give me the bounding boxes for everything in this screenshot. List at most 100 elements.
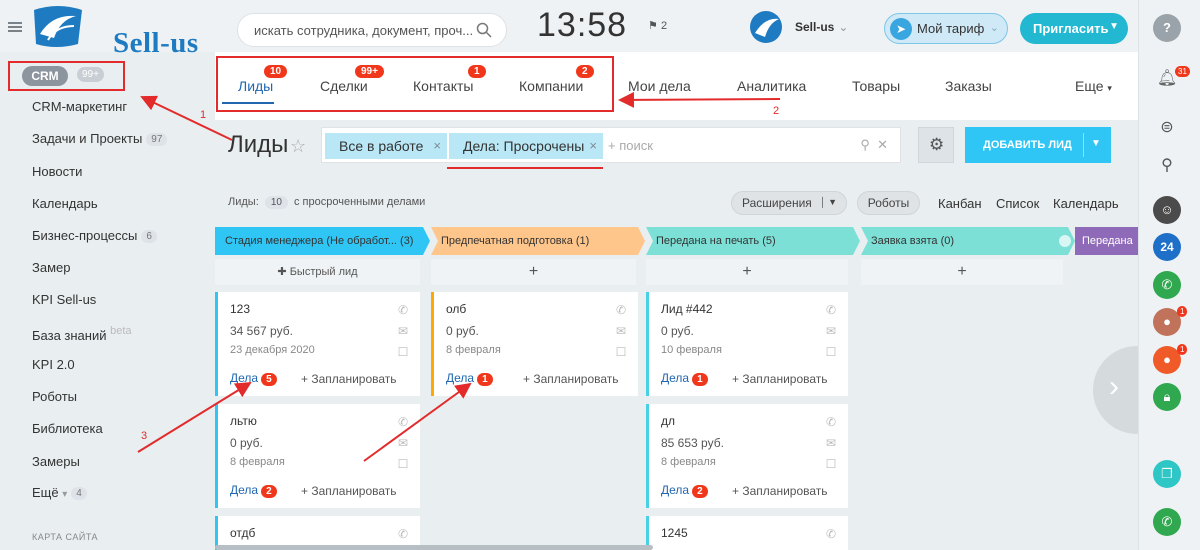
horizontal-scrollbar[interactable] <box>215 545 653 550</box>
stage-prepress[interactable]: Предпечатная подготовка (1) <box>431 227 646 255</box>
activities-link[interactable]: Дела 2 <box>661 483 708 498</box>
activities-link[interactable]: Дела 1 <box>661 371 708 386</box>
sidebar-item-zamer[interactable]: Замер <box>32 260 70 275</box>
flag-counter[interactable]: ⚑ 2 <box>648 19 667 32</box>
robots-button[interactable]: Роботы <box>857 191 920 215</box>
caret-down-icon[interactable]: ▼ <box>1091 138 1101 149</box>
card-title[interactable]: олб <box>446 302 466 316</box>
card-actions[interactable]: ✆ ✉ ☐ <box>396 412 410 475</box>
card-actions[interactable]: ✆ ✉ ☐ <box>396 300 410 363</box>
chat-icon[interactable]: ⊜ <box>1153 114 1181 142</box>
sidebar-item-label: Замеры <box>32 454 80 469</box>
activities-link[interactable]: Дела 2 <box>230 483 277 498</box>
lead-card[interactable]: дл 85 653 руб. 8 февраля Дела 2 + Заплани… <box>646 404 848 508</box>
sidebar-item-more[interactable]: Ещё ▾ 4 <box>32 485 87 500</box>
stage-transferred[interactable]: Передана <box>1075 227 1138 255</box>
activities-link[interactable]: Дела 1 <box>446 371 493 386</box>
close-icon[interactable]: × <box>433 138 441 153</box>
filter-placeholder: + поиск <box>608 138 653 153</box>
sidebar-item-calendar[interactable]: Календарь <box>32 196 98 211</box>
invite-button[interactable]: Пригласить ▼ <box>1020 13 1128 44</box>
card-title[interactable]: льтю <box>230 414 257 428</box>
view-list[interactable]: Список <box>996 196 1039 211</box>
schedule-link[interactable]: + Запланировать <box>732 372 828 386</box>
caret-down-icon: ▼ <box>1109 21 1119 32</box>
star-icon[interactable]: ☆ <box>290 136 306 157</box>
sidebar-item-business-processes[interactable]: Бизнес-процессы 6 <box>32 228 157 243</box>
copy-icon[interactable]: ❐ <box>1153 460 1181 488</box>
stage-label: Стадия менеджера (Не обработ... (3) <box>225 235 414 247</box>
filter-search[interactable]: Все в работе × Дела: Просрочены × + поис… <box>321 127 901 163</box>
card-actions[interactable]: ✆ ✉ ☐ <box>824 412 838 475</box>
sidebar-item-kpi-2[interactable]: KPI 2.0 <box>32 357 75 372</box>
lead-card[interactable]: Лид #442 0 руб. 10 февраля Дела 1 + Запла… <box>646 292 848 396</box>
lead-card[interactable]: олб 0 руб. 8 февраля Дела 1 + Запланирова… <box>431 292 638 396</box>
sidebar-item-zamery[interactable]: Замеры <box>32 454 80 469</box>
sitemap-link[interactable]: КАРТА САЙТА <box>32 532 98 542</box>
add-card-button[interactable]: + <box>431 259 636 285</box>
annotation-2: 2 <box>773 105 780 117</box>
card-actions[interactable]: ✆ ✉ ☐ <box>824 300 838 363</box>
avatar[interactable]: ☺ <box>1153 196 1181 224</box>
sidebar-item-crm-marketing[interactable]: CRM-маркетинг <box>32 99 127 114</box>
card-actions[interactable]: ✆ ✉ ☐ <box>614 300 628 363</box>
card-title[interactable]: 1245 <box>661 526 688 540</box>
card-title[interactable]: Лид #442 <box>661 302 713 316</box>
lead-card[interactable]: льтю 0 руб. 8 февраля Дела 2 + Запланиров… <box>215 404 420 508</box>
card-title[interactable]: 123 <box>230 302 250 316</box>
add-card-button[interactable]: + <box>861 259 1063 285</box>
tab-orders[interactable]: Заказы <box>945 78 992 94</box>
sidebar-item-knowledge-base[interactable]: База знаний beta <box>32 325 132 343</box>
search-icon[interactable]: ⚲ <box>1153 152 1181 180</box>
tab-my-activities[interactable]: Мои дела <box>628 78 691 94</box>
stage-sent-to-print[interactable]: Передана на печать (5) <box>646 227 861 255</box>
sidebar-item-news[interactable]: Новости <box>32 164 82 179</box>
view-calendar[interactable]: Календарь <box>1053 196 1119 211</box>
sidebar-item-robots[interactable]: Роботы <box>32 389 77 404</box>
clock[interactable]: 13:58 <box>537 6 627 45</box>
sidebar-item-library[interactable]: Библиотека <box>32 421 103 436</box>
b24-icon[interactable]: 24 <box>1153 233 1181 261</box>
stage-request-taken[interactable]: Заявка взята (0) <box>861 227 1076 255</box>
scroll-right-button[interactable]: › <box>1093 346 1138 434</box>
card-sum: 0 руб. <box>230 436 263 450</box>
view-kanban[interactable]: Канбан <box>938 196 982 211</box>
settings-button[interactable]: ⚙ <box>918 127 954 163</box>
activities-link[interactable]: Дела 5 <box>230 371 277 386</box>
lead-card[interactable]: 123 34 567 руб. 23 декабря 2020 Дела 5 + … <box>215 292 420 396</box>
sidebar-item-kpi-sellus[interactable]: KPI Sell-us <box>32 292 96 307</box>
extensions-button[interactable]: Расширения │ ▼ <box>731 191 847 215</box>
card-title[interactable]: отдб <box>230 526 255 540</box>
tab-products[interactable]: Товары <box>852 78 900 94</box>
tariff-button[interactable]: ➤ Мой тариф ⌄ <box>884 13 1008 44</box>
search-placeholder: искать сотрудника, документ, проч... <box>254 23 474 38</box>
help-icon[interactable]: ? <box>1153 14 1181 42</box>
user-avatar[interactable] <box>747 9 785 45</box>
search-input[interactable]: искать сотрудника, документ, проч... <box>237 13 507 47</box>
filter-chip-all[interactable]: Все в работе × <box>325 133 447 159</box>
filter-chip-overdue[interactable]: Дела: Просрочены × <box>449 133 603 159</box>
sidebar-item-tasks[interactable]: Задачи и Проекты 97 <box>32 131 168 146</box>
schedule-link[interactable]: + Запланировать <box>732 484 828 498</box>
add-card-button[interactable]: + <box>646 259 848 285</box>
card-title[interactable]: дл <box>661 414 675 428</box>
user-menu[interactable]: Sell-us ⌄ <box>795 20 848 34</box>
add-lead-button[interactable]: ДОБАВИТЬ ЛИД ▼ <box>965 127 1111 163</box>
schedule-link[interactable]: + Запланировать <box>523 372 619 386</box>
quick-lead-button[interactable]: ✚ Быстрый лид <box>215 259 420 285</box>
tab-more[interactable]: Еще ▾ <box>1075 78 1112 94</box>
stage-new[interactable]: Стадия менеджера (Не обработ... (3) <box>215 227 430 255</box>
menu-icon[interactable] <box>8 22 22 32</box>
phone-icon[interactable]: ✆ <box>1153 271 1181 299</box>
logo[interactable]: Sell-us <box>30 4 200 59</box>
close-icon[interactable]: × <box>589 138 597 153</box>
lock-icon[interactable]: 🔒︎ <box>1153 383 1181 411</box>
card-actions[interactable]: ✆ <box>824 524 838 545</box>
lead-card[interactable]: 1245 ✆ <box>646 516 848 550</box>
schedule-link[interactable]: + Запланировать <box>301 484 397 498</box>
tab-analytics[interactable]: Аналитика <box>737 78 806 94</box>
card-actions[interactable]: ✆ <box>396 524 410 545</box>
search-clear-icons[interactable]: ⚲ ✕ <box>860 137 888 153</box>
phone-icon[interactable]: ✆ <box>1153 508 1181 536</box>
schedule-link[interactable]: + Запланировать <box>301 372 397 386</box>
